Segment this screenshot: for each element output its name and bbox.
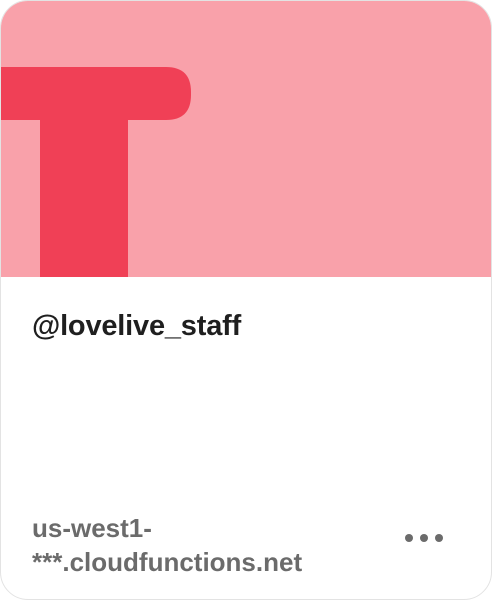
more-dot-icon <box>420 534 428 542</box>
more-options-button[interactable] <box>393 521 455 555</box>
card-banner <box>1 1 491 277</box>
more-dot-icon <box>405 534 413 542</box>
domain-line-1: us-west1- <box>32 513 152 543</box>
t-logo-icon <box>1 67 191 277</box>
domain-line-2: ***.cloudfunctions.net <box>32 547 303 577</box>
more-dot-icon <box>435 534 443 542</box>
function-domain: us-west1- ***.cloudfunctions.net <box>32 511 362 579</box>
project-card[interactable]: @lovelive_staff us-west1- ***.cloudfunct… <box>0 0 492 600</box>
account-handle: @lovelive_staff <box>32 310 242 342</box>
